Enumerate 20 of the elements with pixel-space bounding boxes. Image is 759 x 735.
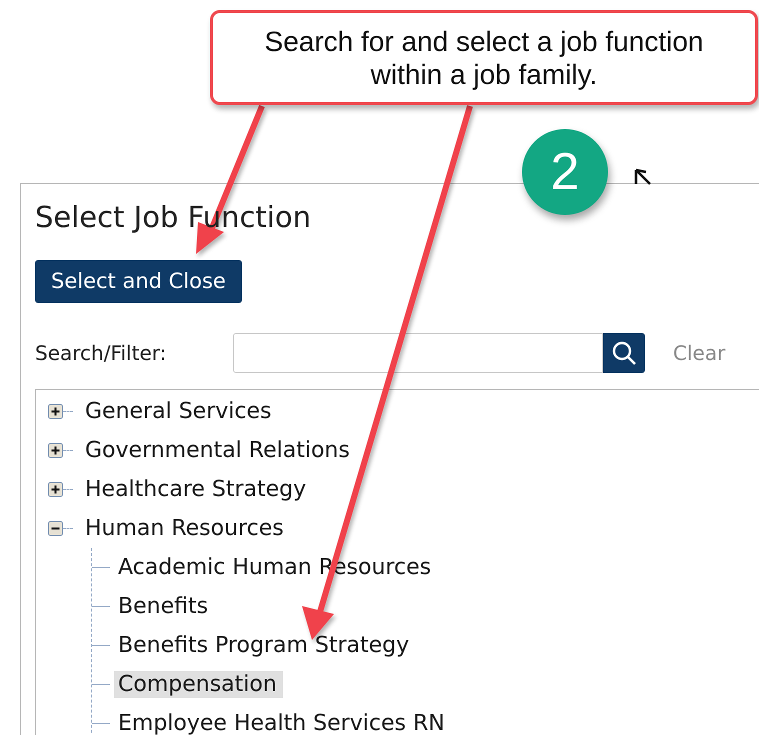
expand-icon[interactable] — [48, 482, 63, 497]
tree-item[interactable]: Compensation — [114, 671, 283, 698]
collapse-icon[interactable] — [48, 521, 63, 536]
search-icon — [611, 340, 637, 366]
callout-box: Search for and select a job function within a job family. — [210, 10, 758, 105]
tree-item[interactable]: Healthcare Strategy — [81, 476, 312, 503]
search-label: Search/Filter: — [35, 341, 168, 365]
tree-item[interactable]: Benefits Program Strategy — [114, 632, 416, 659]
cursor-icon — [634, 168, 652, 186]
tree-item[interactable]: Benefits — [114, 593, 214, 620]
select-and-close-button[interactable]: Select and Close — [35, 260, 242, 303]
step-badge: 2 — [522, 129, 608, 215]
tree-item[interactable]: General Services — [81, 398, 278, 425]
expand-icon[interactable] — [48, 443, 63, 458]
search-button[interactable] — [603, 333, 645, 373]
tree-item[interactable]: Governmental Relations — [81, 437, 356, 464]
search-field[interactable] — [233, 333, 603, 373]
tree-item[interactable]: Human Resources — [81, 515, 290, 542]
expand-icon[interactable] — [48, 404, 63, 419]
tree-item[interactable]: Employee Health Services RN — [114, 710, 451, 735]
